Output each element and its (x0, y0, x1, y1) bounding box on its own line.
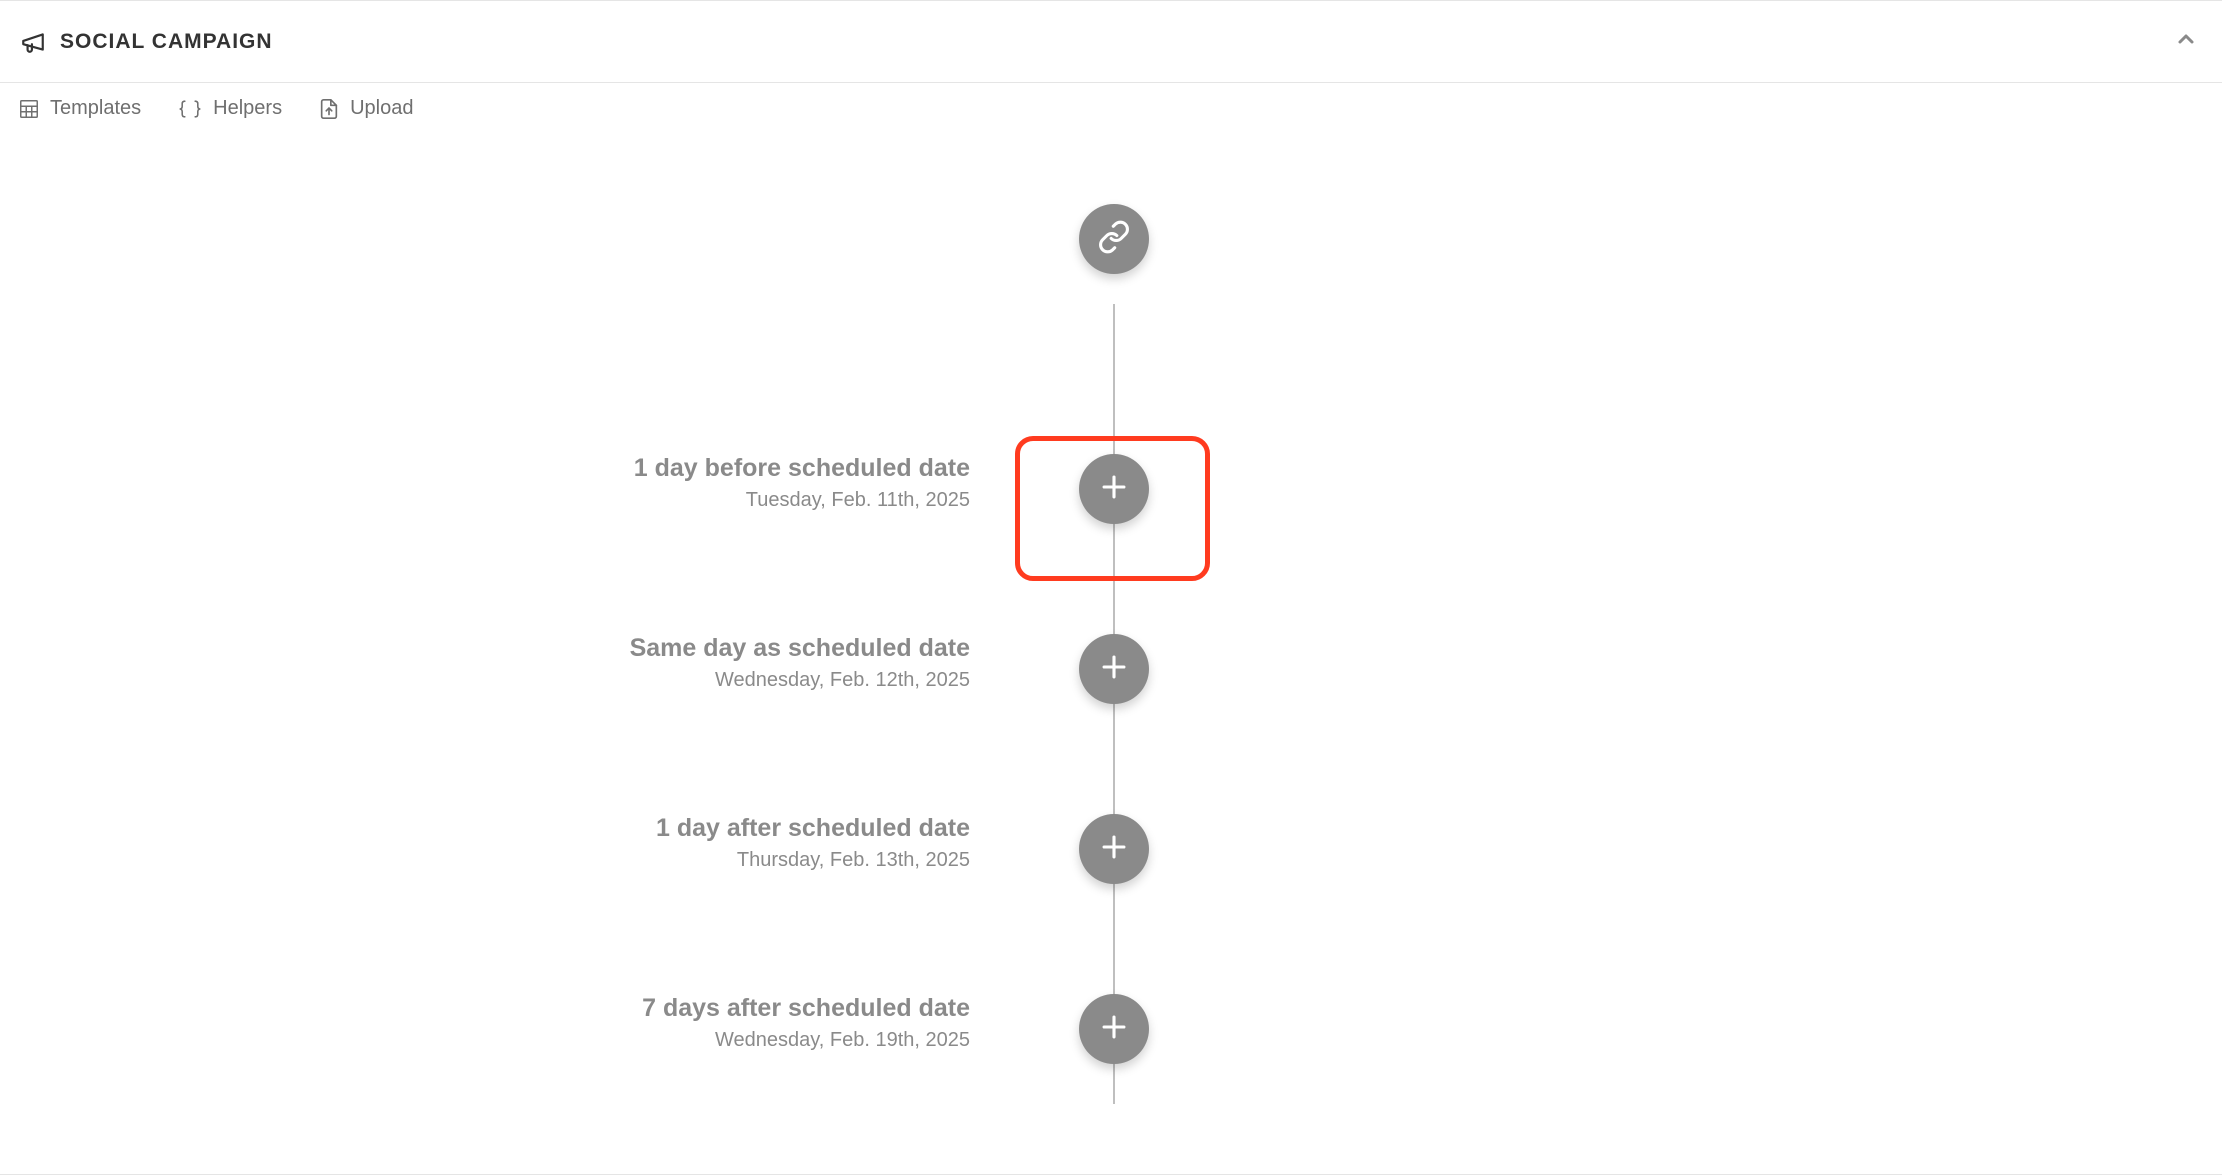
templates-button[interactable]: Templates (18, 97, 141, 120)
link-node[interactable] (1079, 204, 1149, 274)
panel-title: SOCIAL CAMPAIGN (60, 30, 2170, 54)
social-campaign-panel: SOCIAL CAMPAIGN Templates (0, 0, 2222, 1175)
timeline-row-date: Wednesday, Feb. 12th, 2025 (390, 669, 970, 692)
templates-label: Templates (50, 97, 141, 120)
templates-icon (18, 98, 40, 120)
braces-icon (177, 98, 203, 120)
timeline-row-7-after: 7 days after scheduled date Wednesday, F… (0, 994, 2222, 1064)
timeline-row-same-day: Same day as scheduled date Wednesday, Fe… (0, 634, 2222, 704)
plus-icon (1097, 470, 1131, 509)
timeline-row-date: Thursday, Feb. 13th, 2025 (390, 849, 970, 872)
timeline-row-title: 1 day before scheduled date (390, 454, 970, 483)
timeline-connector (1113, 304, 1115, 1104)
helpers-button[interactable]: Helpers (177, 97, 282, 120)
plus-icon (1097, 830, 1131, 869)
add-post-button[interactable] (1079, 454, 1149, 524)
upload-icon (318, 98, 340, 120)
add-post-button[interactable] (1079, 634, 1149, 704)
upload-label: Upload (350, 97, 413, 120)
timeline-row-date: Tuesday, Feb. 11th, 2025 (390, 489, 970, 512)
add-post-button[interactable] (1079, 814, 1149, 884)
timeline-row-labels: 7 days after scheduled date Wednesday, F… (390, 994, 970, 1052)
timeline-row-labels: Same day as scheduled date Wednesday, Fe… (390, 634, 970, 692)
megaphone-icon (20, 29, 46, 55)
timeline: 1 day before scheduled date Tuesday, Feb… (0, 174, 2222, 1174)
timeline-row-title: 1 day after scheduled date (390, 814, 970, 843)
timeline-row-labels: 1 day after scheduled date Thursday, Feb… (390, 814, 970, 872)
timeline-row-1-after: 1 day after scheduled date Thursday, Feb… (0, 814, 2222, 884)
link-icon (1097, 220, 1131, 259)
timeline-row-date: Wednesday, Feb. 19th, 2025 (390, 1029, 970, 1052)
toolbar: Templates Helpers Upload (0, 83, 2222, 134)
timeline-row-title: Same day as scheduled date (390, 634, 970, 663)
collapse-toggle[interactable] (2170, 23, 2202, 60)
plus-icon (1097, 1010, 1131, 1049)
add-post-button[interactable] (1079, 994, 1149, 1064)
timeline-row-labels: 1 day before scheduled date Tuesday, Feb… (390, 454, 970, 512)
timeline-row-1-before: 1 day before scheduled date Tuesday, Feb… (0, 454, 2222, 524)
upload-button[interactable]: Upload (318, 97, 413, 120)
plus-icon (1097, 650, 1131, 689)
helpers-label: Helpers (213, 97, 282, 120)
timeline-row-title: 7 days after scheduled date (390, 994, 970, 1023)
panel-header: SOCIAL CAMPAIGN (0, 1, 2222, 83)
